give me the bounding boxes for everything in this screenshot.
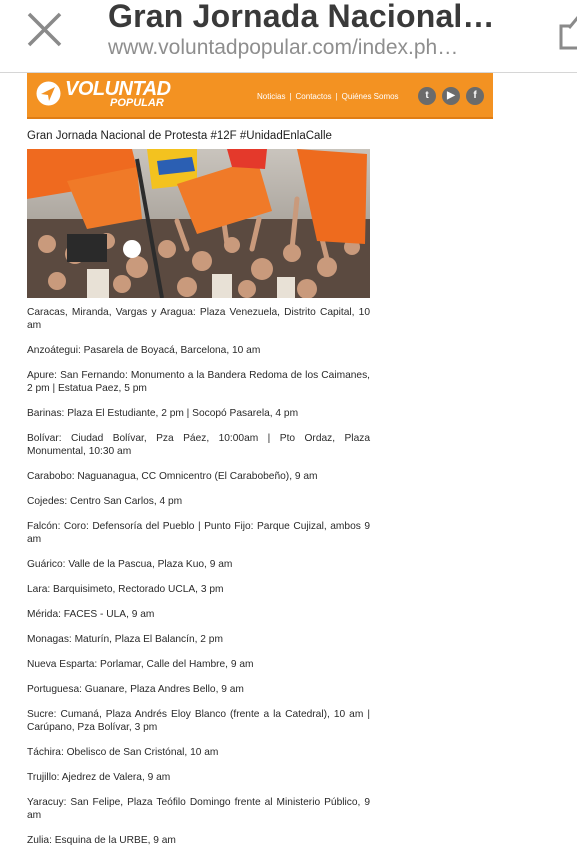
list-item: Lara: Barquisimeto, Rectorado UCLA, 3 pm [27,584,224,595]
youtube-icon[interactable]: ▶ [442,87,460,105]
list-item: Apure: San Fernando: Monumento a la Band… [27,370,370,394]
list-item: Guárico: Valle de la Pascua, Plaza Kuo, … [27,559,233,570]
nav-item-contactos[interactable]: Contactos [296,92,332,101]
site-header-banner: VOLUNTAD POPULAR Noticias | Contactos | Quié… [27,73,493,119]
list-item: Monagas: Maturín, Plaza El Balancín, 2 p… [27,634,223,645]
list-item: Falcón: Coro: Defensoría del Pueblo | Pu… [27,521,370,545]
list-item: Bolívar: Ciudad Bolívar, Pza Páez, 10:00… [27,433,370,457]
browser-top-bar: Gran Jornada Nacional… www.voluntadpopul… [0,0,577,73]
facebook-icon[interactable]: f [466,87,484,105]
logo-subtext: POPULAR [110,97,164,109]
article-title: Gran Jornada Nacional de Protesta #12F #… [27,130,332,142]
list-item: Barinas: Plaza El Estudiante, 2 pm | Soc… [27,408,299,419]
list-item: Zulia: Esquina de la URBE, 9 am [27,835,176,846]
list-item: Mérida: FACES - ULA, 9 am [27,609,155,620]
protest-locations-list: Caracas, Miranda, Vargas y Aragua: Plaza… [27,306,370,859]
list-item: Anzoátegui: Pasarela de Boyacá, Barcelon… [27,345,261,356]
list-item: Cojedes: Centro San Carlos, 4 pm [27,496,183,507]
logo-arrow-icon[interactable] [36,81,61,106]
page-title: Gran Jornada Nacional… [108,0,495,34]
list-item: Táchira: Obelisco de San Cristónal, 10 a… [27,747,219,758]
list-item: Sucre: Cumaná, Plaza Andrés Eloy Blanco … [27,709,370,733]
close-icon[interactable] [25,10,65,50]
list-item: Carabobo: Naguanagua, CC Omnicentro (El … [27,471,318,482]
share-icon[interactable] [557,12,577,52]
list-item: Caracas, Miranda, Vargas y Aragua: Plaza… [27,307,370,331]
logo-text[interactable]: VOLUNTAD [65,79,171,99]
list-item: Nueva Esparta: Porlamar, Calle del Hambr… [27,659,254,670]
protest-photo [27,149,370,298]
list-item: Trujillo: Ajedrez de Valera, 9 am [27,772,171,783]
nav-item-noticias[interactable]: Noticias [257,92,285,101]
site-nav: Noticias | Contactos | Quiénes Somos [257,92,399,101]
list-item: Portuguesa: Guanare, Plaza Andres Bello,… [27,684,244,695]
twitter-icon[interactable]: t [418,87,436,105]
list-item: Yaracuy: San Felipe, Plaza Teófilo Domin… [27,797,370,821]
nav-item-quienes-somos[interactable]: Quiénes Somos [342,92,399,101]
page-url[interactable]: www.voluntadpopular.com/index.ph… [108,36,458,60]
